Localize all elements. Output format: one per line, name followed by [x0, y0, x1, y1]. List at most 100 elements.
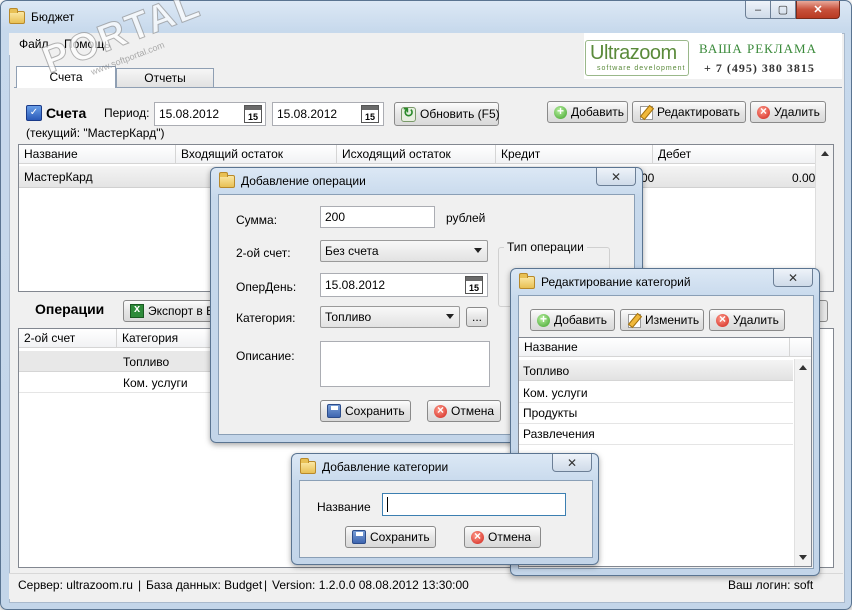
- tab-strip-line: [14, 87, 842, 88]
- tab-accounts-label: Счета: [49, 70, 83, 84]
- cancel-icon: [471, 529, 484, 544]
- category-item: Топливо: [523, 364, 570, 378]
- export-excel-button[interactable]: Экспорт в E: [123, 300, 223, 322]
- export-label: Экспорт в E: [148, 304, 215, 318]
- close-button[interactable]: ✕: [796, 1, 840, 19]
- categories-grid-header: Название: [519, 338, 811, 357]
- scroll-down-icon[interactable]: [799, 555, 807, 560]
- add-icon: [537, 312, 550, 327]
- category-delete-button[interactable]: Удалить: [709, 309, 785, 331]
- category-select[interactable]: Топливо: [320, 306, 460, 328]
- col-account2[interactable]: 2-ой счет: [19, 329, 117, 347]
- current-account: (текущий: "МастерКард"): [26, 126, 165, 140]
- category-item: Развлечения: [523, 427, 595, 441]
- table-row[interactable]: [19, 373, 219, 393]
- add-operation-close-button[interactable]: ✕: [596, 168, 636, 186]
- col-category-name[interactable]: Название: [519, 338, 790, 356]
- account2-value: Без счета: [325, 244, 379, 258]
- category-delete-label: Удалить: [733, 313, 779, 327]
- edit-categories-title: Редактирование категорий: [541, 275, 691, 289]
- add-category-close-button[interactable]: ✕: [552, 454, 592, 472]
- scroll-up-icon[interactable]: [821, 151, 829, 156]
- category-edit-button[interactable]: Изменить: [620, 309, 704, 331]
- account-credit-cell: 00: [641, 171, 655, 185]
- text-cursor: [387, 497, 388, 512]
- operation-save-button[interactable]: Сохранить: [320, 400, 411, 422]
- category-item: Ком. услуги: [523, 386, 588, 400]
- window-title: Бюджет: [31, 10, 75, 24]
- category-edit-label: Изменить: [645, 313, 700, 327]
- category-cancel-label: Отмена: [488, 530, 532, 544]
- operation-cancel-label: Отмена: [451, 404, 495, 418]
- category-value: Топливо: [325, 310, 372, 324]
- col-name[interactable]: Название: [19, 145, 176, 163]
- description-textarea[interactable]: [320, 341, 490, 387]
- status-version: Version: 1.2.0.0 08.08.2012 13:30:00: [272, 578, 469, 592]
- category-name-input[interactable]: [382, 493, 566, 516]
- maximize-button[interactable]: ▢: [770, 1, 796, 19]
- operation-category-cell: Топливо: [123, 355, 170, 369]
- status-sep-2: |: [264, 578, 268, 592]
- category-browse-button[interactable]: ...: [466, 307, 488, 327]
- scroll-up-icon[interactable]: [799, 365, 807, 370]
- account-edit-label: Редактировать: [657, 105, 740, 119]
- account-delete-label: Удалить: [774, 105, 820, 119]
- col-outgoing[interactable]: Исходящий остаток: [337, 145, 496, 163]
- cancel-icon: [434, 403, 447, 418]
- menu-file[interactable]: Файл: [19, 37, 49, 51]
- operation-cancel-button[interactable]: Отмена: [427, 400, 501, 422]
- account-edit-button[interactable]: Редактировать: [632, 101, 746, 123]
- browse-label: ...: [471, 310, 482, 324]
- status-sep-1: |: [138, 578, 142, 592]
- accounts-icon: ✓: [26, 105, 42, 121]
- account-delete-button[interactable]: Удалить: [750, 101, 826, 123]
- status-server: Сервер: ultrazoom.ru: [18, 578, 133, 592]
- save-icon: [327, 404, 341, 418]
- category-save-button[interactable]: Сохранить: [345, 526, 436, 548]
- date-to-calendar-icon[interactable]: 15: [361, 105, 379, 123]
- account-add-label: Добавить: [571, 105, 625, 119]
- date-from-calendar-icon[interactable]: 15: [244, 105, 262, 123]
- chevron-down-icon: [446, 314, 454, 319]
- accounts-grid-header: Название Входящий остаток Исходящий оста…: [19, 145, 816, 164]
- refresh-button[interactable]: Обновить (F5): [394, 102, 500, 126]
- save-icon: [352, 530, 366, 544]
- account2-label: 2-ой счет:: [236, 246, 291, 260]
- account2-select[interactable]: Без счета: [320, 240, 488, 262]
- category-cancel-button[interactable]: Отмена: [464, 526, 541, 548]
- sum-input[interactable]: 200: [320, 206, 435, 228]
- account-add-button[interactable]: Добавить: [547, 101, 628, 123]
- category-label: Категория:: [236, 311, 296, 325]
- dialog-folder-icon: [519, 272, 535, 289]
- edit-icon: [639, 105, 653, 120]
- tab-accounts[interactable]: Счета: [16, 66, 116, 88]
- operation-category-cell: Ком. услуги: [123, 376, 188, 390]
- operations-grid-header: 2-ой счет Категория: [19, 329, 219, 348]
- col-credit[interactable]: Кредит: [496, 145, 653, 163]
- category-save-label: Сохранить: [370, 530, 430, 544]
- category-add-button[interactable]: Добавить: [530, 309, 615, 331]
- menu-help[interactable]: Помощь: [64, 37, 110, 51]
- tab-reports[interactable]: Отчеты: [116, 68, 214, 87]
- description-label: Описание:: [236, 349, 295, 363]
- edit-categories-close-button[interactable]: ✕: [773, 269, 813, 287]
- dialog-folder-icon: [219, 171, 235, 188]
- refresh-label: Обновить (F5): [420, 107, 500, 121]
- chevron-down-icon: [474, 248, 482, 253]
- accounts-title: Счета: [46, 105, 87, 121]
- opday-label: ОперДень:: [236, 280, 297, 294]
- minimize-button[interactable]: ‒: [745, 1, 771, 19]
- col-category[interactable]: Категория: [117, 329, 217, 347]
- edit-icon: [627, 313, 641, 328]
- add-operation-title: Добавление операции: [241, 174, 366, 188]
- col-debit[interactable]: Дебет: [653, 145, 816, 163]
- add-category-client: [299, 480, 593, 558]
- opday-input[interactable]: 15.08.2012: [320, 273, 488, 297]
- status-login: Ваш логин: soft: [728, 578, 814, 592]
- col-incoming[interactable]: Входящий остаток: [176, 145, 337, 163]
- categories-scrollbar[interactable]: [794, 359, 811, 566]
- opday-calendar-icon[interactable]: 15: [465, 276, 483, 294]
- operation-save-label: Сохранить: [345, 404, 405, 418]
- delete-icon: [757, 104, 770, 119]
- table-row[interactable]: [19, 351, 219, 372]
